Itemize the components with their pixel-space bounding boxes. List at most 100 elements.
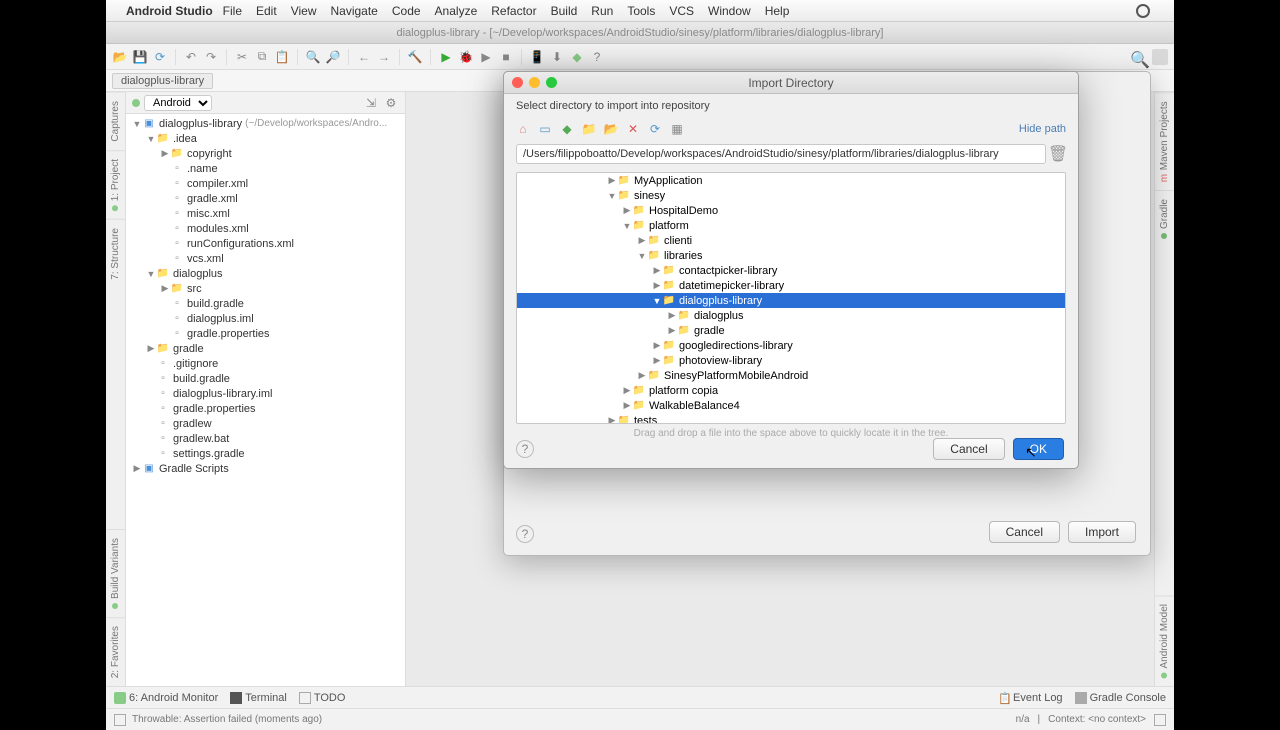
avd-icon[interactable]: 📱 — [529, 49, 545, 65]
attach-icon[interactable]: ▶ — [478, 49, 494, 65]
replace-icon[interactable]: 🔎 — [325, 49, 341, 65]
search-icon[interactable]: 🔍 — [1130, 50, 1144, 64]
tab-project[interactable]: 1: Project — [106, 150, 125, 219]
tree-row[interactable]: ▫.name — [126, 161, 405, 176]
avatar-icon[interactable] — [1152, 49, 1168, 65]
tree-row[interactable]: ▫.gitignore — [126, 356, 405, 371]
directory-tree-row[interactable]: ▼📁dialogplus-library — [517, 293, 1065, 308]
menu-run[interactable]: Run — [591, 4, 613, 18]
show-hidden-icon[interactable]: ▦ — [670, 122, 684, 136]
tab-android-model[interactable]: Android Model — [1155, 595, 1174, 686]
menubar-status-icon[interactable] — [1136, 4, 1150, 18]
desktop-icon[interactable]: ▭ — [538, 122, 552, 136]
tree-row[interactable]: ▫gradlew — [126, 416, 405, 431]
tree-row[interactable]: ▼📁.idea — [126, 131, 405, 146]
menubar-app-name[interactable]: Android Studio — [126, 4, 213, 18]
directory-tree-row[interactable]: ▶📁gradle — [517, 323, 1065, 338]
menu-build[interactable]: Build — [551, 4, 578, 18]
close-icon[interactable] — [512, 77, 523, 88]
tab-structure[interactable]: 7: Structure — [106, 219, 125, 288]
tree-row[interactable]: ▫compiler.xml — [126, 176, 405, 191]
tree-row[interactable]: ▼📁dialogplus — [126, 266, 405, 281]
redo-icon[interactable]: ↷ — [203, 49, 219, 65]
tree-row[interactable]: ▶📁src — [126, 281, 405, 296]
paste-icon[interactable]: 📋 — [274, 49, 290, 65]
back-icon[interactable]: ← — [356, 49, 372, 65]
tab-build-variants[interactable]: Build Variants — [106, 529, 125, 617]
tree-row[interactable]: ▫gradlew.bat — [126, 431, 405, 446]
directory-tree-row[interactable]: ▶📁HospitalDemo — [517, 203, 1065, 218]
menu-code[interactable]: Code — [392, 4, 421, 18]
directory-tree[interactable]: ▶📁MyApplication▼📁sinesy▶📁HospitalDemo▼📁p… — [516, 172, 1066, 424]
outer-import-button[interactable]: Import — [1068, 521, 1136, 543]
directory-tree-row[interactable]: ▶📁dialogplus — [517, 308, 1065, 323]
minimize-icon[interactable] — [529, 77, 540, 88]
path-input[interactable] — [516, 144, 1046, 164]
project-icon[interactable]: ◆ — [560, 122, 574, 136]
directory-tree-row[interactable]: ▼📁libraries — [517, 248, 1065, 263]
menu-view[interactable]: View — [291, 4, 317, 18]
menu-edit[interactable]: Edit — [256, 4, 277, 18]
directory-tree-row[interactable]: ▶📁tests — [517, 413, 1065, 424]
save-icon[interactable]: 💾 — [132, 49, 148, 65]
new-folder2-icon[interactable]: 📂 — [604, 122, 618, 136]
directory-tree-row[interactable]: ▼📁platform — [517, 218, 1065, 233]
directory-tree-row[interactable]: ▶📁photoview-library — [517, 353, 1065, 368]
bottom-gradle-console[interactable]: Gradle Console — [1075, 692, 1166, 704]
directory-tree-row[interactable]: ▶📁contactpicker-library — [517, 263, 1065, 278]
help-icon[interactable]: ? — [589, 49, 605, 65]
refresh-icon[interactable]: ⟳ — [648, 122, 662, 136]
tree-row[interactable]: ▫gradle.xml — [126, 191, 405, 206]
project-view-selector[interactable]: Android — [144, 95, 212, 111]
bottom-android-monitor[interactable]: 6: Android Monitor — [114, 692, 218, 704]
find-icon[interactable]: 🔍 — [305, 49, 321, 65]
menu-help[interactable]: Help — [765, 4, 790, 18]
cancel-button[interactable]: Cancel — [933, 438, 1004, 460]
directory-tree-row[interactable]: ▶📁googledirections-library — [517, 338, 1065, 353]
tab-maven[interactable]: mMaven Projects — [1155, 92, 1174, 190]
tree-row[interactable]: ▫settings.gradle — [126, 446, 405, 461]
tree-row[interactable]: ▫build.gradle — [126, 371, 405, 386]
tab-captures[interactable]: Captures — [106, 92, 125, 150]
help-icon[interactable]: ? — [516, 525, 534, 543]
ok-button[interactable]: OK — [1013, 438, 1064, 460]
menu-refactor[interactable]: Refactor — [491, 4, 536, 18]
outer-cancel-button[interactable]: Cancel — [989, 521, 1060, 543]
tree-row[interactable]: ▫runConfigurations.xml — [126, 236, 405, 251]
delete-icon[interactable]: ✕ — [626, 122, 640, 136]
tree-row[interactable]: ▫misc.xml — [126, 206, 405, 221]
home-icon[interactable]: ⌂ — [516, 122, 530, 136]
tab-gradle[interactable]: Gradle — [1155, 190, 1174, 247]
tree-row[interactable]: ▶▣Gradle Scripts — [126, 461, 405, 476]
run-icon[interactable]: ▶ — [438, 49, 454, 65]
collapse-icon[interactable]: ⇲ — [363, 95, 379, 111]
menu-vcs[interactable]: VCS — [669, 4, 694, 18]
bottom-event-log[interactable]: 📋Event Log — [998, 692, 1063, 704]
tree-row[interactable]: ▫modules.xml — [126, 221, 405, 236]
tree-row[interactable]: ▫dialogplus.iml — [126, 311, 405, 326]
sync-icon[interactable]: ⟳ — [152, 49, 168, 65]
cut-icon[interactable]: ✂ — [234, 49, 250, 65]
tree-row[interactable]: ▫vcs.xml — [126, 251, 405, 266]
open-icon[interactable]: 📂 — [112, 49, 128, 65]
debug-icon[interactable]: 🐞 — [458, 49, 474, 65]
tree-row[interactable]: ▫gradle.properties — [126, 401, 405, 416]
directory-tree-row[interactable]: ▼📁sinesy — [517, 188, 1065, 203]
settings-icon[interactable]: ⚙ — [383, 95, 399, 111]
bottom-todo[interactable]: TODO — [299, 692, 346, 704]
menu-window[interactable]: Window — [708, 4, 751, 18]
stop-icon[interactable]: ■ — [498, 49, 514, 65]
new-folder-icon[interactable]: 📁 — [582, 122, 596, 136]
build-icon[interactable]: 🔨 — [407, 49, 423, 65]
directory-tree-row[interactable]: ▶📁MyApplication — [517, 173, 1065, 188]
tree-row[interactable]: ▶📁gradle — [126, 341, 405, 356]
tree-row[interactable]: ▶📁copyright — [126, 146, 405, 161]
project-tree[interactable]: ▼▣dialogplus-library(~/Develop/workspace… — [126, 114, 405, 686]
forward-icon[interactable]: → — [376, 49, 392, 65]
tree-row[interactable]: ▫gradle.properties — [126, 326, 405, 341]
history-icon[interactable]: 🗑 — [1050, 144, 1066, 164]
undo-icon[interactable]: ↶ — [183, 49, 199, 65]
directory-tree-row[interactable]: ▶📁WalkableBalance4 — [517, 398, 1065, 413]
menu-analyze[interactable]: Analyze — [435, 4, 478, 18]
directory-tree-row[interactable]: ▶📁SinesyPlatformMobileAndroid — [517, 368, 1065, 383]
